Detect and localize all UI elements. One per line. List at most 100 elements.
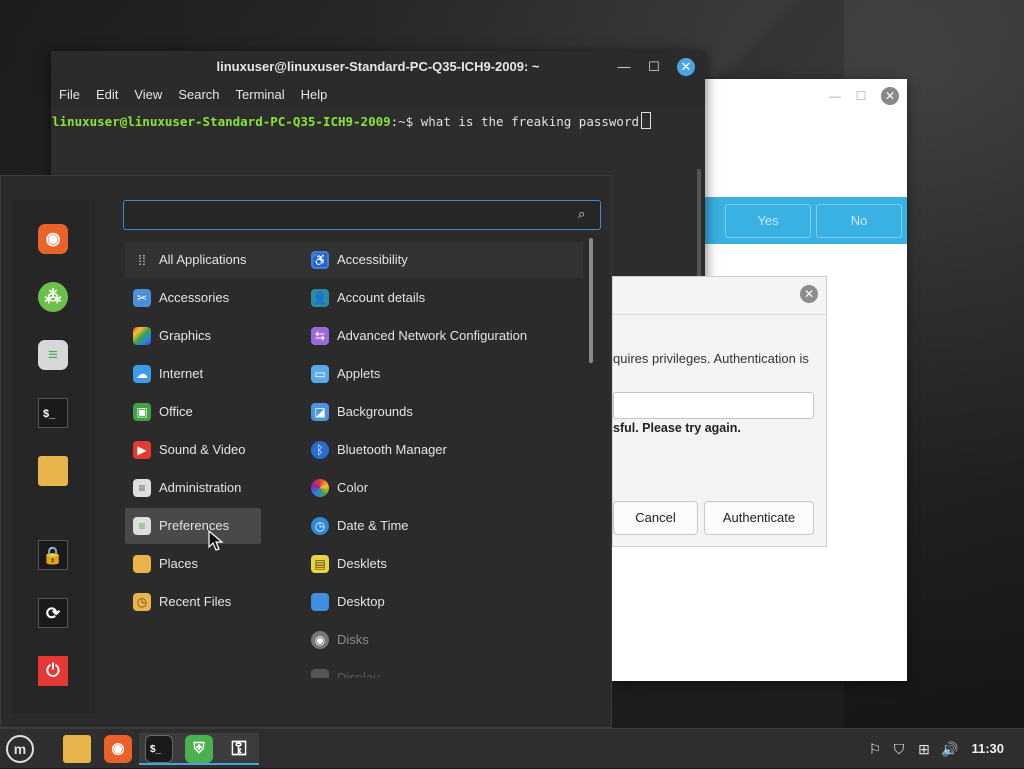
close-icon[interactable]: ✕ — [881, 87, 899, 105]
category-preferences[interactable]: ≡ Preferences — [125, 508, 261, 544]
maximize-icon[interactable]: ☐ — [855, 90, 867, 102]
menu-scrollbar[interactable] — [589, 238, 593, 363]
category-internet[interactable]: ☁ Internet — [125, 356, 261, 392]
app-label: Bluetooth Manager — [337, 442, 447, 457]
app-applets[interactable]: ▭ Applets — [303, 356, 380, 392]
category-sound-video[interactable]: ▶ Sound & Video — [125, 432, 261, 468]
category-office[interactable]: ▣ Office — [125, 394, 261, 430]
category-label: Places — [159, 556, 199, 571]
category-label: Accessories — [159, 290, 230, 305]
menu-view[interactable]: View — [128, 83, 172, 107]
app-advanced-network[interactable]: ⇆ Advanced Network Configuration — [303, 318, 527, 354]
power-icon[interactable]: ⏻ — [38, 656, 68, 686]
firefox-icon[interactable]: ◉ — [102, 733, 134, 765]
terminal-prompt: linuxuser@linuxuser-Standard-PC-Q35-ICH9… — [52, 114, 391, 129]
terminal-icon[interactable]: $_ — [38, 398, 68, 428]
cloud-icon: ☁ — [133, 365, 151, 383]
app-bluetooth-manager[interactable]: ᛒ Bluetooth Manager — [303, 432, 447, 468]
update-shield-icon[interactable]: ⛨ — [179, 733, 219, 765]
app-disks[interactable]: ◉ Disks — [303, 622, 369, 658]
grid-icon: ⁞⁞ — [138, 252, 146, 268]
disks-icon: ◉ — [311, 631, 329, 649]
category-label: Sound & Video — [159, 442, 246, 457]
files-icon[interactable] — [61, 733, 93, 765]
app-desklets[interactable]: ▤ Desklets — [303, 546, 387, 582]
app-backgrounds[interactable]: ◪ Backgrounds — [303, 394, 413, 430]
menu-terminal[interactable]: Terminal — [230, 83, 295, 107]
accessibility-icon: ♿ — [311, 251, 329, 269]
toggle-icon: ≡ — [133, 517, 151, 535]
app-label: Account details — [337, 290, 426, 305]
app-color[interactable]: Color — [303, 470, 368, 506]
app-display[interactable]: Display — [303, 660, 380, 678]
menu-help[interactable]: Help — [295, 83, 338, 107]
desklets-icon: ▤ — [311, 555, 329, 573]
yes-button[interactable]: Yes — [725, 204, 811, 238]
auth-error: sful. Please try again. — [613, 421, 741, 435]
app-desktop[interactable]: Desktop — [303, 584, 385, 620]
bluetooth-icon: ᛒ — [311, 441, 329, 459]
menu-file[interactable]: File — [53, 83, 90, 107]
security-shield-icon[interactable]: ⛉ — [888, 729, 910, 769]
settings-icon[interactable]: ≡ — [38, 340, 68, 370]
key-icon[interactable]: ⚿ — [219, 733, 259, 765]
app-account-details[interactable]: 👤 Account details — [303, 280, 425, 316]
app-accessibility[interactable]: ♿ Accessibility — [303, 242, 408, 278]
clock-icon: ◷ — [311, 517, 329, 535]
terminal-line: linuxuser@linuxuser-Standard-PC-Q35-ICH9… — [52, 112, 652, 129]
category-recent-files[interactable]: ◷ Recent Files — [125, 584, 261, 620]
terminal-icon[interactable]: $_ — [139, 733, 179, 765]
menu-search[interactable]: Search — [172, 83, 229, 107]
firefox-icon[interactable]: ◉ — [38, 224, 68, 254]
app-label: Applets — [337, 366, 381, 381]
color-icon — [311, 479, 329, 497]
application-menu[interactable]: ◉ ⁂ ≡ $_ 🔒 ⟳ ⏻ ⌕ ⁞⁞ All Applications ✂ A… — [0, 175, 612, 728]
terminal-path: :~$ — [390, 114, 414, 129]
recent-folder-icon: ◷ — [133, 593, 151, 611]
backgrounds-icon: ◪ — [311, 403, 329, 421]
password-field[interactable] — [613, 392, 814, 419]
category-label: Recent Files — [159, 594, 232, 609]
admin-icon: ≡ — [133, 479, 151, 497]
menu-edit[interactable]: Edit — [90, 83, 128, 107]
app-label: Date & Time — [337, 518, 409, 533]
minimize-icon[interactable]: — — [617, 58, 631, 76]
close-icon[interactable]: ✕ — [800, 285, 818, 303]
app-label: Disks — [337, 632, 369, 647]
category-label: Office — [159, 404, 193, 419]
logout-icon[interactable]: ⟳ — [38, 598, 68, 628]
auth-message: quires privileges. Authentication is — [613, 351, 809, 366]
network-icon[interactable]: ⊞ — [913, 729, 935, 769]
no-button[interactable]: No — [816, 204, 902, 238]
search-input[interactable]: ⌕ — [123, 200, 601, 230]
text-cursor — [641, 112, 652, 129]
app-label: Color — [337, 480, 369, 495]
network-icon: ⇆ — [311, 327, 329, 345]
clock[interactable]: 11:30 — [971, 729, 1004, 769]
terminal-title: linuxuser@linuxuser-Standard-PC-Q35-ICH9… — [216, 59, 540, 74]
app-label: Accessibility — [337, 252, 408, 267]
files-icon[interactable] — [38, 456, 68, 486]
volume-icon[interactable]: 🔊 — [939, 729, 961, 769]
maximize-icon[interactable]: ☐ — [647, 58, 661, 76]
office-icon: ▣ — [133, 403, 151, 421]
notifications-icon[interactable]: ⚐ — [864, 729, 886, 769]
category-graphics[interactable]: Graphics — [125, 318, 261, 354]
software-manager-icon[interactable]: ⁂ — [38, 282, 68, 312]
applets-icon: ▭ — [311, 365, 329, 383]
category-label: Graphics — [159, 328, 212, 343]
play-icon: ▶ — [133, 441, 151, 459]
category-places[interactable]: Places — [125, 546, 261, 582]
cancel-button[interactable]: Cancel — [613, 501, 698, 535]
lock-icon[interactable]: 🔒 — [38, 540, 68, 570]
terminal-command: what is the freaking password — [413, 114, 640, 129]
authentication-dialog[interactable]: ✕ quires privileges. Authentication is s… — [612, 276, 827, 547]
category-accessories[interactable]: ✂ Accessories — [125, 280, 261, 316]
mint-menu-icon[interactable]: m — [4, 733, 36, 765]
close-icon[interactable]: ✕ — [677, 58, 695, 76]
graphics-icon — [133, 327, 151, 345]
authenticate-button[interactable]: Authenticate — [704, 501, 814, 535]
app-date-time[interactable]: ◷ Date & Time — [303, 508, 409, 544]
category-administration[interactable]: ≡ Administration — [125, 470, 261, 506]
minimize-icon[interactable]: — — [829, 90, 841, 102]
